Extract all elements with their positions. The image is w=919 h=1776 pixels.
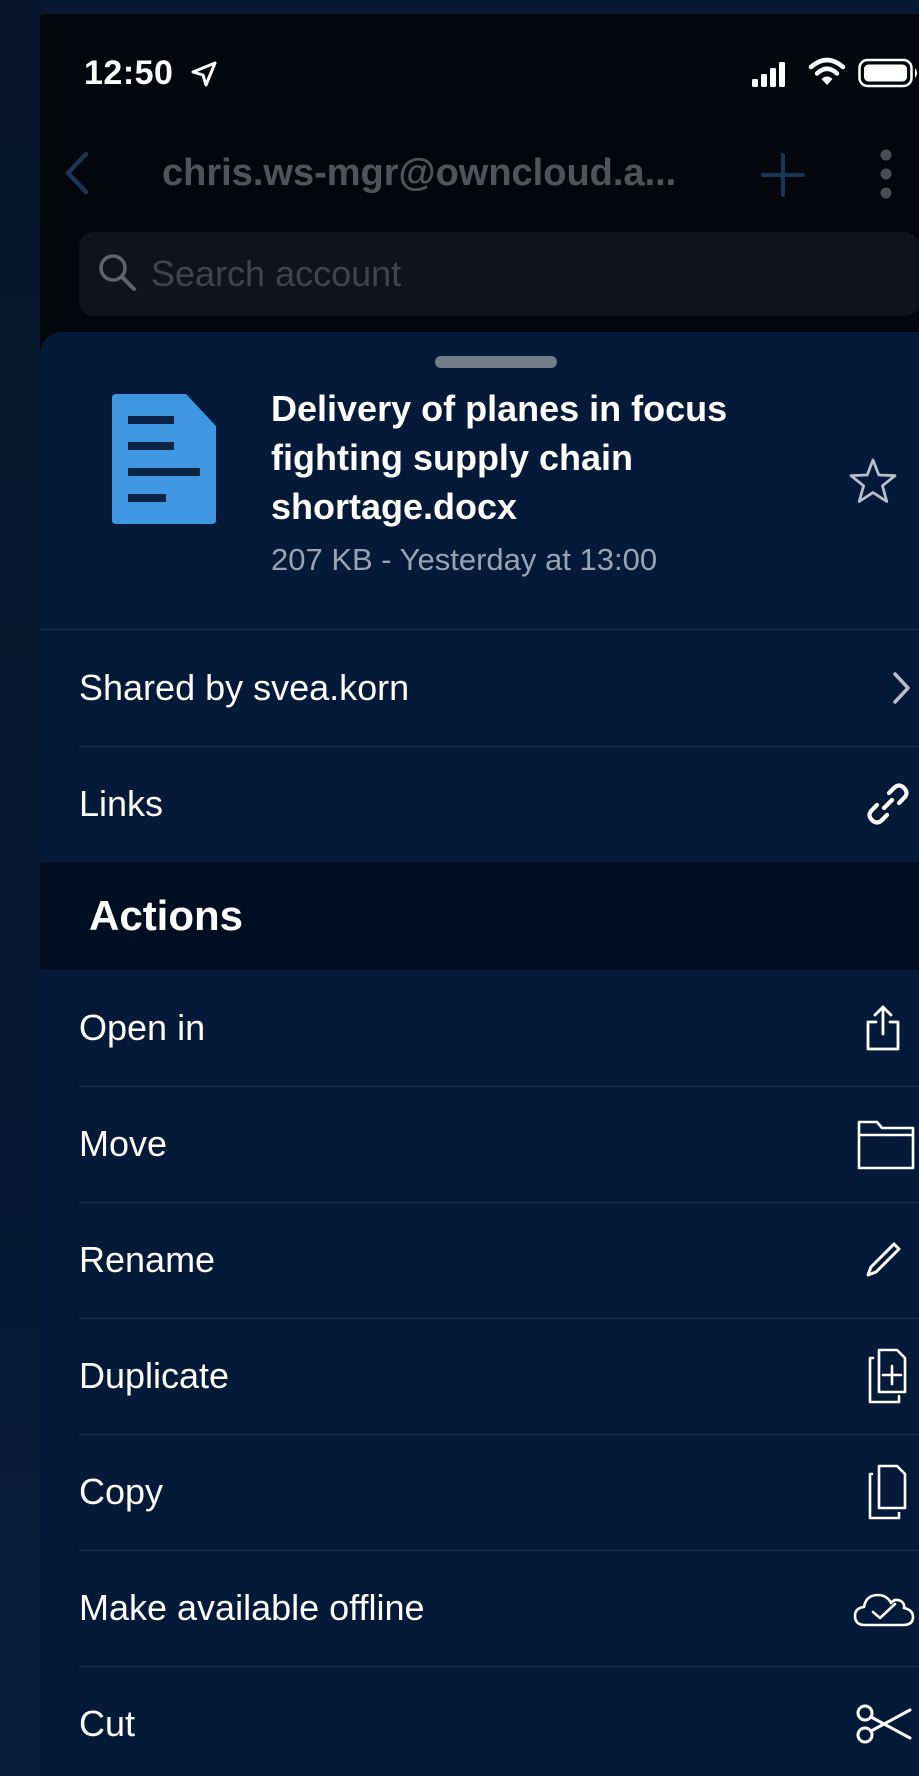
share-icon (866, 1005, 900, 1051)
links-label: Links (79, 783, 164, 824)
action-label: Move (79, 1123, 168, 1164)
scissors-icon (856, 1704, 912, 1744)
search-input[interactable] (151, 244, 851, 304)
action-move[interactable]: Move (40, 1086, 919, 1202)
star-icon[interactable] (847, 456, 899, 508)
file-name: Delivery of planes in focus fighting sup… (271, 388, 728, 527)
action-label: Open in (79, 1007, 206, 1048)
actions-title: Actions (89, 892, 244, 939)
search-bar[interactable] (79, 232, 919, 316)
plus-icon[interactable] (760, 152, 806, 198)
actions-section-header: Actions (40, 862, 919, 970)
action-make-available-offline[interactable]: Make available offline (40, 1550, 919, 1666)
chevron-right-icon (893, 672, 910, 704)
account-title: chris.ws-mgr@owncloud.a... (162, 152, 677, 194)
links-row[interactable]: Links (40, 746, 919, 862)
sheet-grabber[interactable] (435, 356, 557, 368)
action-label: Cut (79, 1703, 136, 1744)
action-open-in[interactable]: Open in (40, 970, 919, 1086)
action-label: Copy (79, 1471, 164, 1512)
link-icon (867, 783, 909, 825)
location-arrow-icon (191, 61, 217, 87)
search-icon (99, 254, 136, 291)
status-time: 12:50 (84, 54, 174, 92)
duplicate-icon (868, 1348, 907, 1404)
file-actions-sheet: Delivery of planes in focus fighting sup… (40, 332, 919, 1776)
action-cut[interactable]: Cut (40, 1666, 919, 1776)
action-label: Rename (79, 1239, 216, 1280)
cloud-check-icon (853, 1593, 915, 1627)
action-rename[interactable]: Rename (40, 1202, 919, 1318)
copy-icon (868, 1464, 907, 1520)
battery-icon (858, 58, 917, 88)
action-copy[interactable]: Copy (40, 1434, 919, 1550)
shared-by-row[interactable]: Shared by svea.korn (40, 630, 919, 746)
chevron-left-icon[interactable] (60, 150, 92, 196)
wifi-icon (808, 57, 846, 85)
action-label: Make available offline (79, 1587, 425, 1628)
document-icon (112, 394, 216, 524)
background-app-strip (0, 0, 40, 1776)
shared-by-label: Shared by svea.korn (79, 667, 410, 708)
status-bar: 12:50 (40, 14, 919, 114)
cellular-signal-icon (752, 62, 785, 87)
action-label: Duplicate (79, 1355, 230, 1396)
folder-icon (857, 1120, 915, 1170)
action-duplicate[interactable]: Duplicate (40, 1318, 919, 1434)
navigation-bar: chris.ws-mgr@owncloud.a... (40, 130, 919, 220)
file-meta: 207 KB - Yesterday at 13:00 (271, 542, 658, 577)
pencil-icon (866, 1242, 901, 1277)
more-vertical-icon[interactable] (876, 148, 896, 200)
